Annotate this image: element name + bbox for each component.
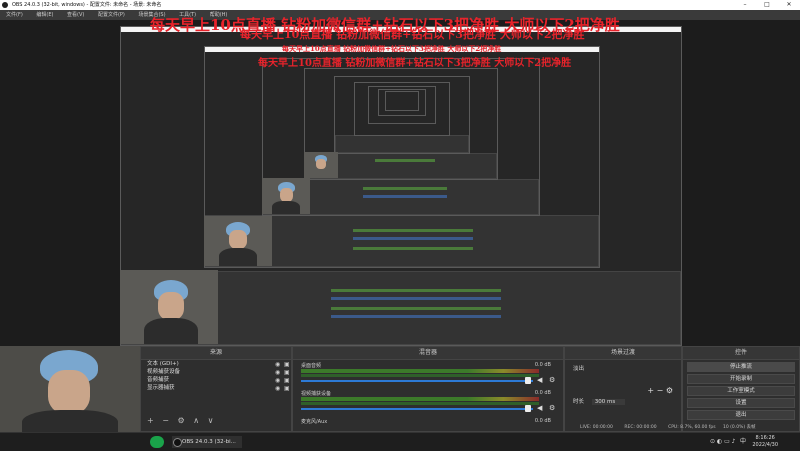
webcam-feed [0, 346, 140, 432]
window-titlebar: OBS 24.0.3 (32-bit, windows) - 配置文件: 未命名… [0, 0, 800, 10]
nested-webcam-3 [262, 178, 310, 214]
add-transition-icon[interactable]: + [647, 386, 654, 395]
source-item-audio[interactable]: 音频捕获 ◉ ▣ [141, 376, 291, 384]
nested-webcam-2 [204, 216, 272, 266]
gear-icon[interactable]: ⚙ [549, 376, 555, 384]
duration-label: 时长 [573, 399, 585, 405]
obs-app-icon [2, 2, 8, 8]
menu-profile[interactable]: 配置文件(P) [98, 12, 125, 18]
menu-view[interactable]: 查看(V) [67, 12, 84, 18]
taskbar-obs[interactable]: OBS 24.0.3 (32-bi... [172, 436, 242, 448]
gear-icon[interactable]: ⚙ [178, 416, 185, 425]
transitions-dock: 场景过渡 淡出 + − ⚙ 时长 300 ms [564, 346, 682, 432]
sources-dock: 来源 文本 (GDI+) ◉ ▣ 视频捕获设备 ◉ ▣ 音频捕获 ◉ ▣ 显示器… [140, 346, 292, 432]
source-item-text[interactable]: 文本 (GDI+) ◉ ▣ [141, 360, 291, 368]
mixer-header: 混音器 [293, 347, 563, 360]
tray-icons[interactable]: ⊙ ◐ ▭ ♪ [710, 436, 735, 448]
sources-toolbar: + − ⚙ ∧ ∨ [147, 416, 219, 425]
sources-header: 来源 [141, 347, 291, 360]
taskbar: OBS 24.0.3 (32-bi... ⊙ ◐ ▭ ♪ 中 8:16:26 2… [0, 432, 800, 451]
system-clock[interactable]: 8:16:26 2022/4/30 [752, 435, 778, 449]
mixer-track-desktop: 桌面音频 0.0 dB ◀ ⚙ [301, 362, 556, 384]
overlay-text-3: 每天早上10点直播 钻粉加微信群+钻石以下3把净胜 大师以下2把净胜 [258, 58, 572, 69]
gear-icon[interactable]: ⚙ [666, 386, 673, 395]
volume-slider-handle[interactable] [525, 405, 531, 412]
close-button[interactable]: ✕ [778, 0, 800, 10]
transitions-header: 场景过渡 [565, 347, 681, 360]
minimize-button[interactable]: – [734, 0, 756, 10]
volume-slider[interactable] [301, 408, 533, 410]
menu-edit[interactable]: 编辑(E) [36, 12, 53, 18]
move-up-icon[interactable]: ∧ [193, 416, 199, 425]
start-recording-button[interactable]: 开始录制 [687, 374, 795, 384]
input-language[interactable]: 中 [740, 436, 746, 448]
menu-file[interactable]: 文件(F) [6, 12, 23, 18]
maximize-button[interactable]: □ [756, 0, 778, 10]
mixer-dock: 混音器 桌面音频 0.0 dB ◀ ⚙ 视频捕获设备 0.0 dB ◀ ⚙ 麦克… [292, 346, 564, 432]
remove-transition-icon[interactable]: − [657, 386, 664, 395]
preview-canvas[interactable]: 每天早上10点直播 钻粉加微信群+钻石以下3把净胜 大师以下2把净胜 每天早上1… [0, 16, 800, 346]
nested-capture-9 [385, 91, 419, 111]
settings-button[interactable]: 设置 [687, 398, 795, 408]
overlay-text-2: 每天早上10点直播 钻粉加微信群+钻石以下3把净胜 大师以下2把净胜 [240, 28, 585, 41]
studio-mode-button[interactable]: 工作室模式 [687, 386, 795, 396]
mixer-track-video: 视频捕获设备 0.0 dB ◀ ⚙ [301, 390, 556, 412]
controls-header: 控件 [683, 347, 799, 360]
speaker-icon[interactable]: ◀ [537, 404, 542, 412]
window-title: OBS 24.0.3 (32-bit, windows) - 配置文件: 未命名… [12, 2, 162, 8]
obs-icon [173, 438, 182, 447]
overlay-text-4: 每天早上10点直播 钻粉加微信群+钻石以下3把净胜 大师以下2把净胜 [282, 44, 502, 53]
transition-select[interactable]: 淡出 [565, 364, 681, 372]
status-bar: LIVE: 00:00:00 REC: 00:00:00 CPU: 8.7%, … [580, 425, 756, 430]
speaker-icon[interactable]: ◀ [537, 376, 542, 384]
exit-button[interactable]: 退出 [687, 410, 795, 420]
volume-meter [301, 397, 539, 401]
eye-icon[interactable]: ◉ [275, 385, 280, 393]
volume-slider[interactable] [301, 380, 533, 382]
source-item-display[interactable]: 显示器捕获 ◉ ▣ [141, 384, 291, 392]
nested-webcam-1 [120, 270, 218, 344]
remove-source-icon[interactable]: − [162, 416, 169, 425]
controls-dock: 控件 停止推流 开始录制 工作室模式 设置 退出 [682, 346, 800, 432]
gear-icon[interactable]: ⚙ [549, 404, 555, 412]
lock-icon[interactable]: ▣ [284, 385, 290, 393]
move-down-icon[interactable]: ∨ [208, 416, 214, 425]
volume-slider-handle[interactable] [525, 377, 531, 384]
duration-input[interactable]: 300 ms [591, 399, 626, 405]
add-source-icon[interactable]: + [147, 416, 154, 425]
app-icon-green[interactable] [150, 436, 164, 448]
volume-meter [301, 369, 539, 373]
source-item-video[interactable]: 视频捕获设备 ◉ ▣ [141, 368, 291, 376]
nested-webcam-4 [304, 152, 338, 178]
stop-stream-button[interactable]: 停止推流 [687, 362, 795, 372]
